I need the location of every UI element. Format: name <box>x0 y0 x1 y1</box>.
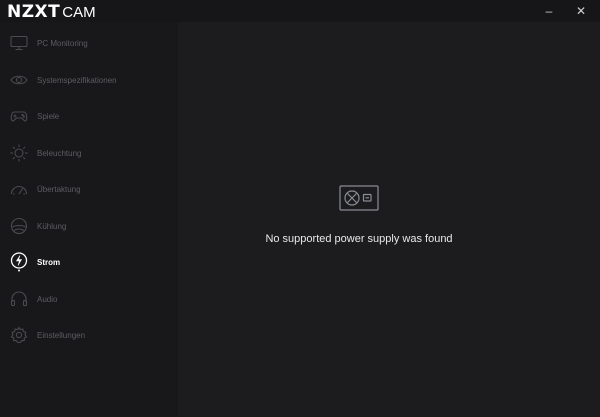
close-button[interactable]: ✕ <box>566 0 596 22</box>
gamepad-icon <box>9 106 29 126</box>
sidebar-item-label: Audio <box>37 294 58 304</box>
sidebar-item-audio[interactable]: Audio <box>0 287 178 311</box>
headphones-icon <box>9 289 29 309</box>
monitor-icon <box>9 33 29 53</box>
sidebar-item-label: Beleuchtung <box>37 148 82 158</box>
sidebar-item-beleuchtung[interactable]: Beleuchtung <box>0 141 178 165</box>
sidebar-item-systemspezifikationen[interactable]: Systemspezifikationen <box>0 68 178 92</box>
sidebar-item-label: Strom <box>37 257 61 267</box>
sidebar-item-kuehlung[interactable]: Kühlung <box>0 214 178 238</box>
close-icon: ✕ <box>575 4 587 18</box>
sidebar-item-uebertaktung[interactable]: Übertaktung <box>0 177 178 201</box>
sidebar: PC Monitoring Systemspezifikationen Spie… <box>0 22 178 417</box>
power-bolt-icon <box>9 252 29 272</box>
no-psu-message: No supported power supply was found <box>265 233 453 245</box>
fan-icon <box>9 216 29 236</box>
app-logo: NZXT CAM <box>7 2 96 22</box>
sidebar-item-label: Systemspezifikationen <box>37 75 117 85</box>
sidebar-item-spiele[interactable]: Spiele <box>0 104 178 128</box>
sidebar-item-label: Übertaktung <box>37 184 81 194</box>
speedometer-icon <box>9 179 29 199</box>
eye-icon <box>9 70 29 90</box>
sidebar-item-label: Spiele <box>37 111 60 121</box>
title-bar: NZXT CAM – ✕ <box>0 0 600 22</box>
sidebar-item-label: PC Monitoring <box>37 38 88 48</box>
gear-icon <box>9 325 29 345</box>
sidebar-item-label: Kühlung <box>37 221 67 231</box>
sidebar-item-strom[interactable]: Strom <box>0 250 178 274</box>
logo-nzxt: NZXT <box>7 2 61 22</box>
main-content: No supported power supply was found <box>178 22 600 417</box>
sun-icon <box>9 143 29 163</box>
minimize-icon: – <box>545 4 553 18</box>
power-supply-icon <box>339 185 379 211</box>
sidebar-item-einstellungen[interactable]: Einstellungen <box>0 323 178 347</box>
sidebar-item-label: Einstellungen <box>37 330 86 340</box>
minimize-button[interactable]: – <box>534 0 564 22</box>
sidebar-item-pc-monitoring[interactable]: PC Monitoring <box>0 31 178 55</box>
logo-cam: CAM <box>62 4 96 21</box>
